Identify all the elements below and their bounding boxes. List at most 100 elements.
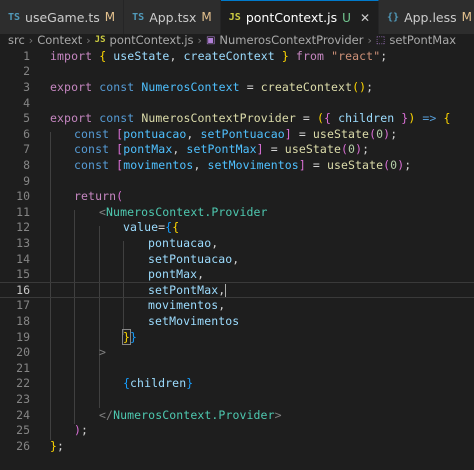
code-line: 21	[0, 360, 474, 376]
code-token: >	[99, 345, 107, 360]
breadcrumb-item-symbol[interactable]: setPontMax	[389, 33, 456, 47]
code-token: const	[74, 126, 110, 141]
code-token: ,	[197, 267, 205, 282]
tab-app-less[interactable]: {} App.less M	[379, 0, 474, 34]
breadcrumb-item-provider[interactable]: NumerosContextProvider	[219, 33, 363, 47]
code-text: setMovimentos	[148, 314, 239, 328]
code-token: children	[130, 376, 187, 391]
close-icon[interactable]: ✕	[360, 11, 370, 25]
tab-label: pontContext.js	[245, 10, 338, 25]
tab-app-tsx[interactable]: TS App.tsx M	[124, 0, 221, 34]
code-token: 0	[348, 142, 356, 157]
code-token: ,	[218, 282, 226, 297]
typescript-file-icon: TS	[8, 11, 21, 23]
code-token: movimentos	[148, 298, 219, 313]
code-token: ,	[169, 48, 177, 63]
code-line: 2	[0, 64, 474, 80]
code-token: createContext	[260, 79, 353, 94]
code-line: 22 {children}	[0, 376, 474, 392]
symbol-variable-icon: ▣	[205, 34, 216, 46]
code-token: pontuacao	[123, 126, 187, 141]
less-file-icon: {}	[387, 11, 400, 23]
code-token: <	[99, 204, 107, 219]
code-token: (	[341, 142, 349, 157]
line-number: 2	[23, 64, 30, 79]
code-token: {	[324, 111, 332, 126]
code-line: 5 export const NumerosContextProvider = …	[0, 110, 474, 126]
line-number: 8	[23, 157, 30, 172]
code-token: NumerosContext.Provider	[106, 204, 268, 219]
breadcrumb-item-src[interactable]: src	[8, 33, 25, 47]
code-token: }	[130, 329, 138, 344]
code-token: const	[74, 142, 110, 157]
code-token: setPontuacao	[200, 126, 285, 141]
chevron-right-icon: ›	[28, 33, 34, 47]
code-text: <NumerosContext.Provider	[99, 205, 268, 219]
code-token: }	[186, 376, 194, 391]
code-token: ,	[193, 157, 201, 172]
line-number: 25	[16, 423, 30, 438]
code-token: >	[274, 407, 282, 422]
code-line: 1 import { useState, createContext } fro…	[0, 48, 474, 64]
code-line: 3 export const NumerosContext = createCo…	[0, 79, 474, 95]
code-text: pontMax,	[148, 267, 204, 281]
code-token: createContext	[183, 48, 275, 63]
code-line: 7 const [pontMax, setPontMax] = useState…	[0, 142, 474, 158]
code-text: export const NumerosContext = createCont…	[50, 80, 373, 94]
code-token: value	[123, 220, 159, 235]
line-number: 23	[16, 391, 30, 406]
code-text: }}	[121, 328, 138, 345]
code-token: }	[121, 328, 132, 345]
code-line: 17 movimentos,	[0, 298, 474, 314]
tab-label: useGame.ts	[25, 9, 100, 25]
code-token: pontuacao	[148, 235, 212, 250]
line-number: 10	[16, 189, 30, 204]
code-text: setPontMax,	[148, 282, 227, 297]
breadcrumb-item-context[interactable]: Context	[37, 33, 82, 47]
code-line-current: 16 setPontMax,	[0, 282, 474, 298]
code-line: 23	[0, 391, 474, 407]
code-line: 20 >	[0, 344, 474, 360]
code-text: pontuacao,	[148, 236, 218, 250]
code-line: 18 setMovimentos	[0, 313, 474, 329]
code-token: }	[281, 48, 289, 63]
line-number: 4	[23, 95, 30, 110]
tab-label: App.tsx	[149, 9, 197, 25]
code-token: =	[246, 79, 254, 94]
tab-status-badge: M	[201, 10, 212, 24]
line-number: 21	[16, 360, 30, 375]
code-token: const	[99, 111, 135, 126]
chevron-right-icon: ›	[197, 33, 202, 47]
code-token: setMovimentos	[207, 157, 299, 172]
tab-pontcontext[interactable]: JS pontContext.js U ✕	[220, 0, 380, 34]
code-token: (	[116, 189, 124, 204]
code-token: "react"	[331, 48, 381, 63]
code-editor[interactable]: 1 import { useState, createContext } fro…	[0, 46, 474, 470]
line-number: 11	[16, 204, 30, 219]
code-line: 10 return(	[0, 188, 474, 204]
breadcrumb-item-file[interactable]: pontContext.js	[110, 33, 194, 47]
code-token: NumerosContext.Provider	[113, 407, 275, 422]
code-text: return(	[74, 189, 123, 203]
code-line: 15 pontMax,	[0, 266, 474, 282]
line-number: 1	[23, 48, 30, 63]
js-file-icon: JS	[94, 35, 106, 45]
code-token: useState	[312, 126, 370, 141]
line-number: 14	[16, 251, 30, 266]
code-line: 6 const [pontuacao, setPontuacao] = useS…	[0, 126, 474, 142]
code-token: setPontMax	[186, 142, 257, 157]
code-token: export	[50, 79, 93, 94]
chevron-right-icon: ›	[367, 33, 372, 47]
code-token: ]	[298, 157, 306, 172]
breadcrumb: src › Context › JS pontContext.js › ▣ Nu…	[0, 33, 474, 47]
line-number: 15	[16, 267, 30, 282]
code-text: setPontuacao,	[148, 252, 239, 266]
code-token: ;	[380, 48, 388, 63]
code-line: 13 pontuacao,	[0, 235, 474, 251]
code-token: setMovimentos	[148, 313, 240, 328]
code-token: ,	[232, 251, 240, 266]
code-token: ;	[366, 79, 374, 94]
line-number: 24	[16, 407, 30, 422]
tab-usegame[interactable]: TS useGame.ts M	[0, 0, 125, 34]
code-token: const	[99, 79, 135, 94]
